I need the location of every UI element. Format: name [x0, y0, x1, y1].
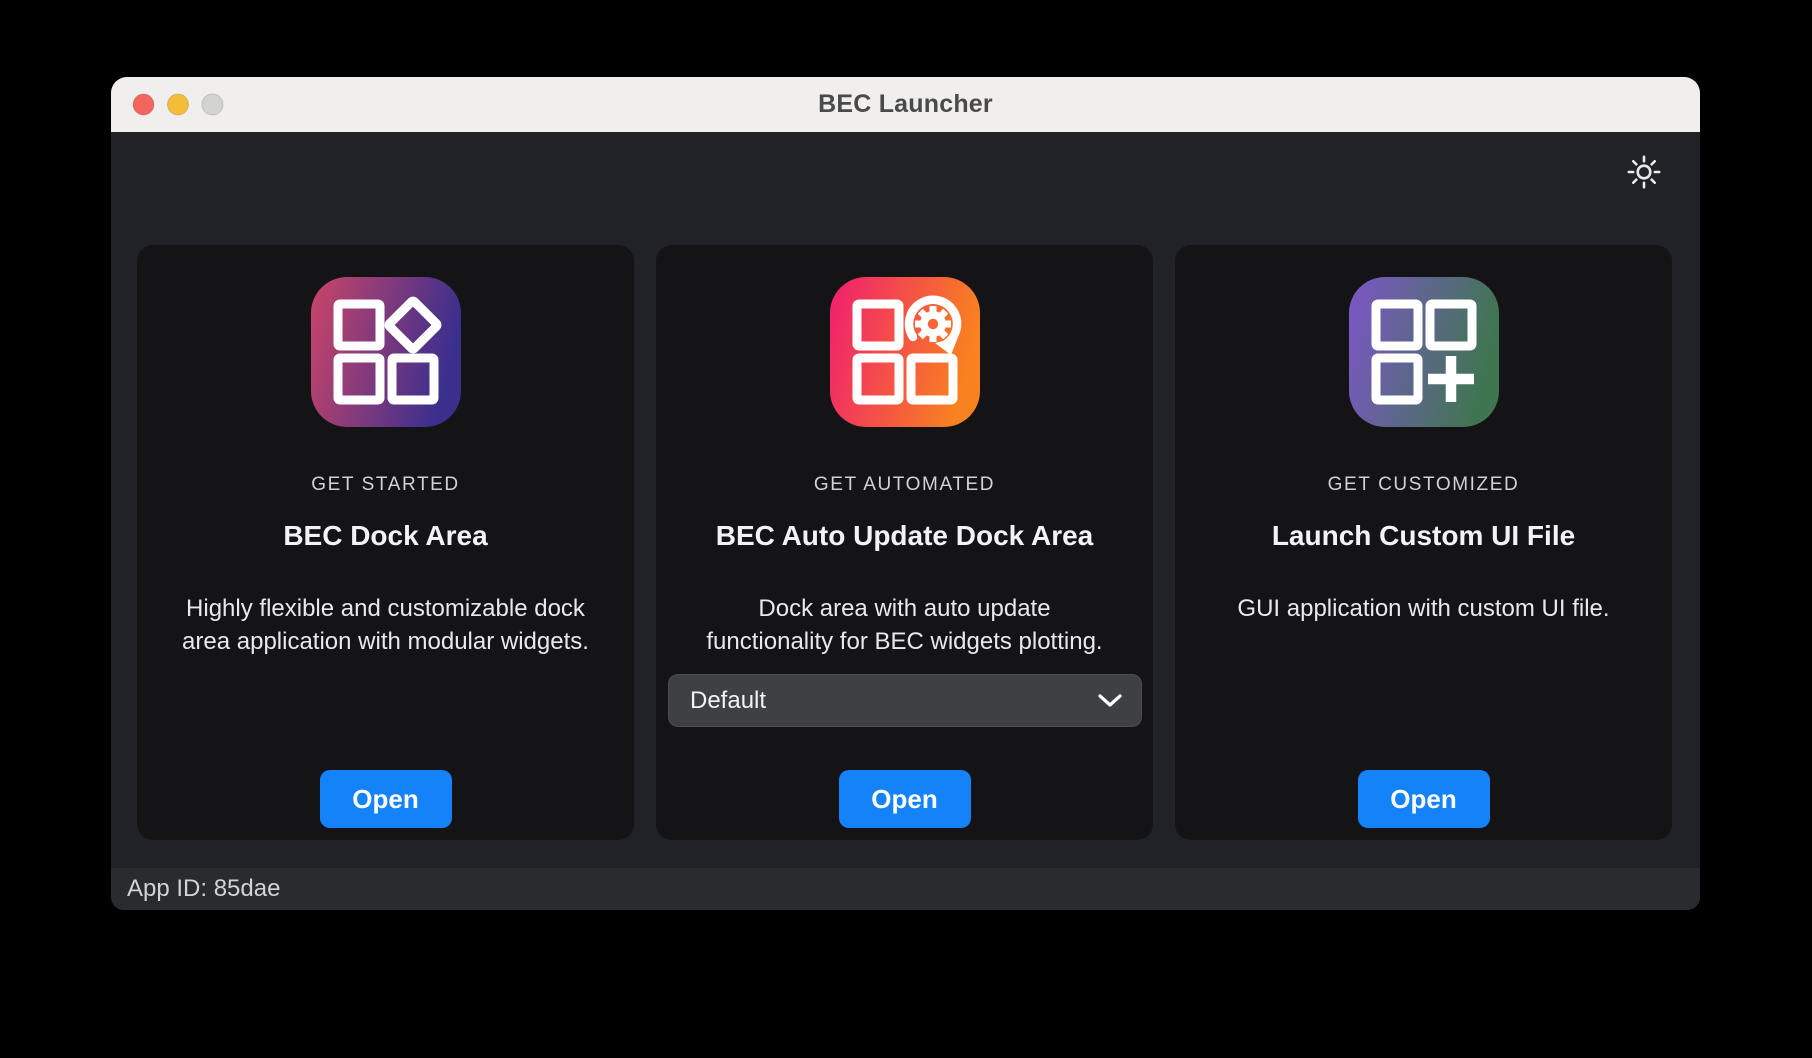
card-description: Highly flexible and customizable dock ar…: [182, 592, 589, 658]
sun-icon: [1626, 154, 1662, 190]
card-title: Launch Custom UI File: [1272, 521, 1575, 551]
dock-area-app-icon: [311, 277, 461, 427]
category-label: GET STARTED: [311, 475, 460, 495]
dropdown-selected-value: Default: [690, 687, 766, 715]
auto-update-app-icon: [830, 277, 980, 427]
content-area: GET STARTED BEC Dock Area Highly flexibl…: [111, 132, 1700, 868]
open-custom-ui-button[interactable]: Open: [1358, 770, 1490, 828]
titlebar[interactable]: BEC Launcher: [111, 77, 1700, 132]
card-auto-update-dock-area: GET AUTOMATED BEC Auto Update Dock Area …: [656, 245, 1153, 840]
card-description: GUI application with custom UI file.: [1237, 592, 1609, 625]
open-dock-area-button[interactable]: Open: [320, 770, 452, 828]
launcher-cards: GET STARTED BEC Dock Area Highly flexibl…: [137, 245, 1672, 840]
category-label: GET CUSTOMIZED: [1328, 475, 1520, 495]
card-title: BEC Auto Update Dock Area: [716, 521, 1094, 551]
card-bec-dock-area: GET STARTED BEC Dock Area Highly flexibl…: [137, 245, 634, 840]
zoom-button[interactable]: [202, 94, 223, 115]
status-bar: App ID: 85dae: [111, 868, 1700, 910]
theme-toggle-button[interactable]: [1624, 152, 1664, 192]
minimize-button[interactable]: [168, 94, 189, 115]
open-auto-update-button[interactable]: Open: [839, 770, 971, 828]
card-launch-custom-ui: GET CUSTOMIZED Launch Custom UI File GUI…: [1175, 245, 1672, 840]
app-id-text: App ID: 85dae: [127, 875, 280, 903]
chevron-down-icon: [1097, 693, 1123, 708]
card-title: BEC Dock Area: [283, 521, 487, 551]
traffic-lights: [132, 77, 224, 132]
card-description: Dock area with auto update functionality…: [706, 592, 1102, 658]
environment-dropdown[interactable]: Default: [668, 674, 1142, 727]
custom-ui-app-icon: [1349, 277, 1499, 427]
category-label: GET AUTOMATED: [814, 475, 995, 495]
window-title: BEC Launcher: [818, 90, 993, 119]
bec-launcher-window: BEC Launcher: [111, 77, 1700, 910]
close-button[interactable]: [133, 94, 154, 115]
